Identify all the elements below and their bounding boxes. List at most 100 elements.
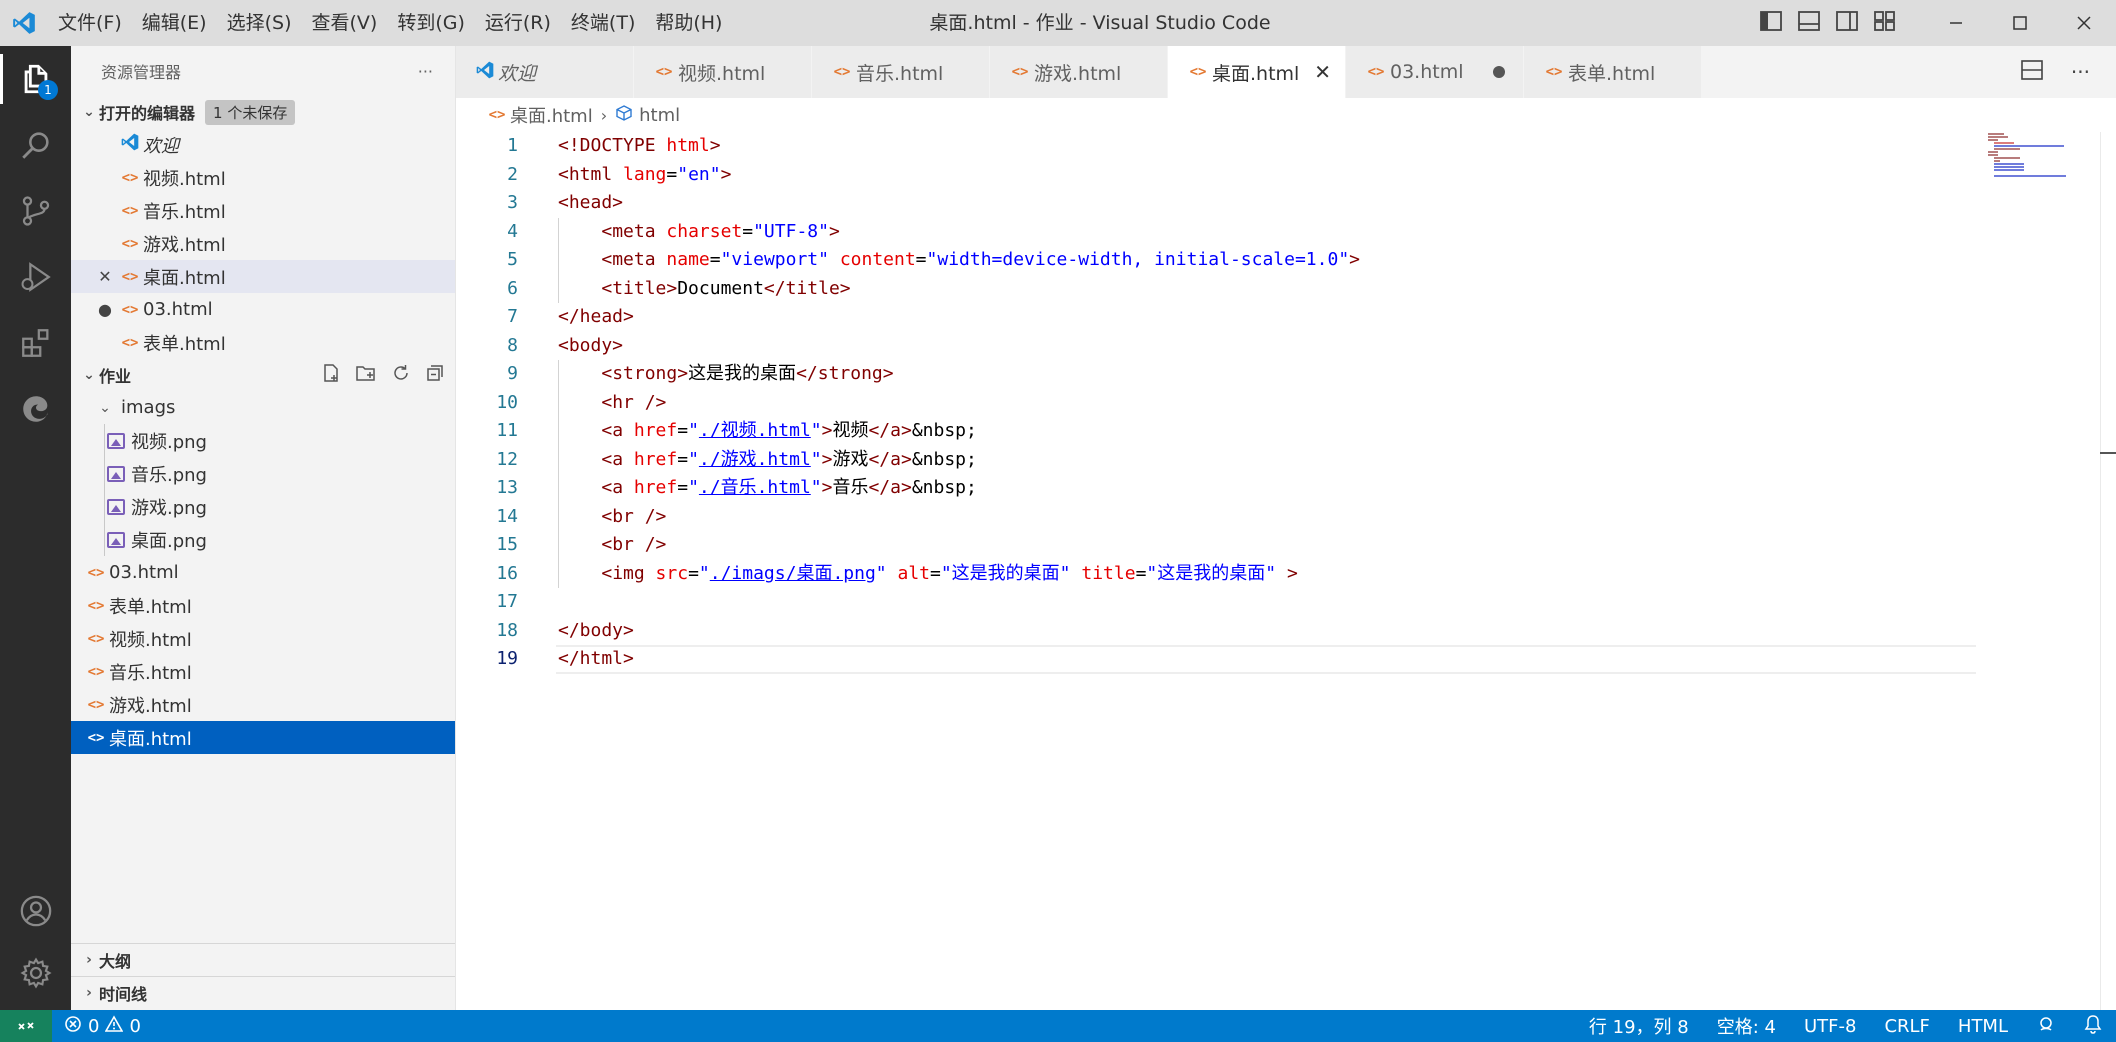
menu-item[interactable]: 运行(R) — [475, 0, 561, 46]
open-editor-item[interactable]: <> 游戏.html — [71, 227, 455, 260]
image-file-item[interactable]: 音乐.png — [71, 457, 455, 490]
problems-indicator[interactable]: 0 0 — [52, 1014, 141, 1038]
feedback-icon[interactable] — [2036, 1015, 2056, 1038]
menu-item[interactable]: 终端(T) — [561, 0, 645, 46]
code-line[interactable]: 12 <a href="./游戏.html">游戏</a>&nbsp; — [456, 446, 1976, 475]
folder-contents: 视频.png 音乐.png 游戏.png 桌面.png — [71, 424, 455, 556]
html-file-item[interactable]: <> 表单.html — [71, 589, 455, 622]
close-window-icon[interactable] — [2052, 0, 2116, 46]
open-editor-item[interactable]: ● <> 03.html — [71, 293, 455, 326]
close-icon[interactable]: ✕ — [93, 267, 117, 286]
menu-item[interactable]: 选择(S) — [217, 0, 302, 46]
collapse-all-icon[interactable] — [425, 363, 445, 387]
code-line[interactable]: 14 <br /> — [456, 503, 1976, 532]
toggle-secondary-sidebar-icon[interactable] — [1836, 10, 1858, 36]
minimap[interactable] — [1984, 132, 2084, 182]
editor-tab[interactable]: <> 游戏.html — [990, 46, 1168, 98]
code-line[interactable]: 8 <body> — [456, 332, 1976, 361]
more-actions-icon[interactable]: ··· — [418, 62, 433, 81]
status-bar: 0 0 行 19，列 8 空格: 4 UTF-8 CRLF HTML — [0, 1010, 2116, 1042]
code-line[interactable]: 5 <meta name="viewport" content="width=d… — [456, 246, 1976, 275]
notifications-bell-icon[interactable] — [2084, 1014, 2102, 1039]
maximize-icon[interactable] — [1988, 0, 2052, 46]
code-line[interactable]: 3 <head> — [456, 189, 1976, 218]
open-editor-item[interactable]: <> 视频.html — [71, 161, 455, 194]
editor-tab[interactable]: <> 桌面.html ✕ — [1168, 46, 1346, 98]
new-folder-icon[interactable] — [355, 363, 377, 387]
open-editor-item[interactable]: ✕ <> 桌面.html — [71, 260, 455, 293]
explorer-icon[interactable]: 1 — [0, 46, 71, 112]
toggle-panel-icon[interactable] — [1798, 10, 1820, 36]
image-file-item[interactable]: 游戏.png — [71, 490, 455, 523]
file-encoding[interactable]: UTF-8 — [1804, 1016, 1856, 1037]
cursor-position[interactable]: 行 19，列 8 — [1589, 1013, 1689, 1039]
file-label: 桌面.png — [131, 530, 207, 552]
unsaved-dot-icon[interactable] — [1493, 66, 1505, 78]
html-file-item[interactable]: <> 03.html — [71, 556, 455, 589]
code-line[interactable]: 11 <a href="./视频.html">视频</a>&nbsp; — [456, 417, 1976, 446]
vertical-scrollbar[interactable] — [2100, 132, 2116, 1010]
menu-item[interactable]: 文件(F) — [48, 0, 132, 46]
menu-item[interactable]: 编辑(E) — [132, 0, 217, 46]
split-editor-icon[interactable] — [2021, 59, 2043, 85]
code-line[interactable]: 1 <!DOCTYPE html> — [456, 132, 1976, 161]
code-line[interactable]: 7 </head> — [456, 303, 1976, 332]
toggle-primary-sidebar-icon[interactable] — [1760, 10, 1782, 36]
html-file-item[interactable]: <> 桌面.html — [71, 721, 455, 754]
accounts-icon[interactable] — [0, 878, 71, 944]
breadcrumb-symbol[interactable]: html — [639, 105, 680, 126]
code-line[interactable]: 15 <br /> — [456, 531, 1976, 560]
language-mode[interactable]: HTML — [1958, 1016, 2008, 1037]
extensions-icon[interactable] — [0, 310, 71, 376]
open-editor-item[interactable]: <> 表单.html — [71, 326, 455, 359]
editor-tab[interactable]: <> 表单.html — [1524, 46, 1702, 98]
html-file-item[interactable]: <> 音乐.html — [71, 655, 455, 688]
end-of-line[interactable]: CRLF — [1884, 1016, 1929, 1037]
unsaved-dot-icon[interactable]: ● — [93, 300, 117, 319]
breadcrumb-file[interactable]: 桌面.html — [510, 102, 593, 128]
editor-tab[interactable]: 欢迎 — [456, 46, 634, 98]
menu-item[interactable]: 帮助(H) — [645, 0, 732, 46]
customize-layout-icon[interactable] — [1874, 10, 1896, 36]
code-line[interactable]: 4 <meta charset="UTF-8"> — [456, 218, 1976, 247]
html-file-item[interactable]: <> 视频.html — [71, 622, 455, 655]
code-editor[interactable]: 1 <!DOCTYPE html> 2 <html lang="en"> 3 <head>… — [456, 132, 2116, 1010]
search-icon[interactable] — [0, 112, 71, 178]
remote-icon[interactable] — [0, 1010, 52, 1042]
code-line[interactable]: 19 </html> — [456, 645, 1976, 674]
code-token: ./音乐.html — [698, 477, 811, 498]
open-editor-item[interactable]: 欢迎 — [71, 128, 455, 161]
indentation[interactable]: 空格: 4 — [1717, 1013, 1776, 1039]
code-line[interactable]: 10 <hr /> — [456, 389, 1976, 418]
editor-tab[interactable]: <> 视频.html — [634, 46, 812, 98]
editor-tab[interactable]: <> 03.html — [1346, 46, 1524, 98]
minimize-icon[interactable] — [1924, 0, 1988, 46]
open-editor-item[interactable]: <> 音乐.html — [71, 194, 455, 227]
code-line[interactable]: 17 — [456, 588, 1976, 617]
more-actions-icon[interactable]: ··· — [2071, 60, 2090, 84]
html-file-item[interactable]: <> 游戏.html — [71, 688, 455, 721]
outline-section[interactable]: › 大纲 — [71, 943, 455, 975]
workspace-header[interactable]: ⌄ 作业 — [71, 359, 455, 391]
code-line[interactable]: 18 </body> — [456, 617, 1976, 646]
menu-item[interactable]: 转到(G) — [387, 0, 475, 46]
menu-item[interactable]: 查看(V) — [302, 0, 388, 46]
folder-imags[interactable]: ⌄ imags — [71, 391, 455, 424]
edge-browser-icon[interactable] — [0, 376, 71, 442]
code-line[interactable]: 2 <html lang="en"> — [456, 161, 1976, 190]
new-file-icon[interactable] — [321, 363, 341, 387]
code-line[interactable]: 9 <strong>这是我的桌面</strong> — [456, 360, 1976, 389]
source-control-icon[interactable] — [0, 178, 71, 244]
run-debug-icon[interactable] — [0, 244, 71, 310]
timeline-section[interactable]: › 时间线 — [71, 976, 455, 1008]
editor-tab[interactable]: <> 音乐.html — [812, 46, 990, 98]
image-file-item[interactable]: 桌面.png — [71, 523, 455, 556]
close-tab-icon[interactable]: ✕ — [1314, 60, 1331, 84]
image-file-item[interactable]: 视频.png — [71, 424, 455, 457]
settings-gear-icon[interactable] — [0, 940, 71, 1006]
code-line[interactable]: 16 <img src="./imags/桌面.png" alt="这是我的桌面… — [456, 560, 1976, 589]
code-line[interactable]: 13 <a href="./音乐.html">音乐</a>&nbsp; — [456, 474, 1976, 503]
refresh-icon[interactable] — [391, 363, 411, 387]
open-editors-header[interactable]: ⌄ 打开的编辑器 1 个未保存 — [71, 96, 455, 128]
code-line[interactable]: 6 <title>Document</title> — [456, 275, 1976, 304]
